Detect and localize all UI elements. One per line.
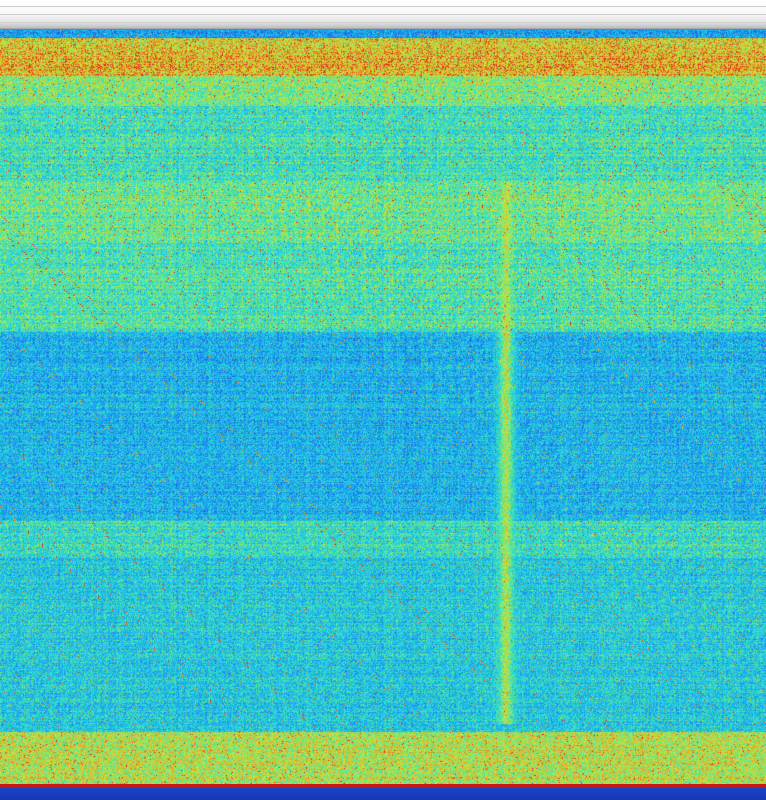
spectrogram-window [0,0,766,800]
top-strip-rule [0,22,766,23]
top-strip [0,0,766,30]
bottom-bar [0,784,766,800]
spectrogram-heatmap [0,30,766,784]
top-strip-rule [0,6,766,7]
top-strip-rule [0,14,766,15]
